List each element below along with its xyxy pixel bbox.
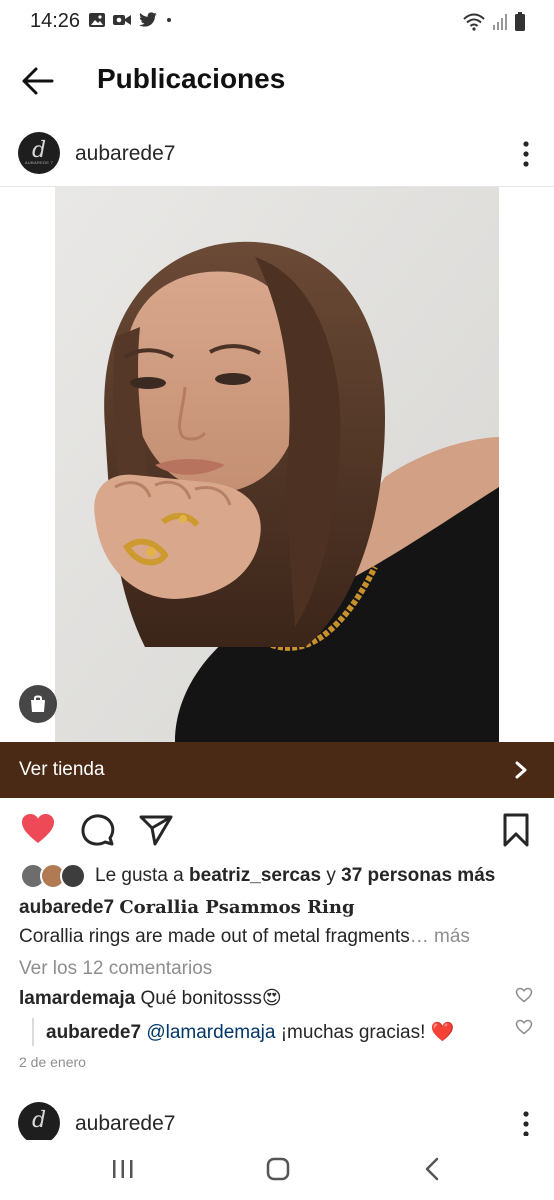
reply-like-button[interactable] — [515, 1019, 533, 1035]
avatar[interactable]: d — [18, 1102, 60, 1140]
liker-avatars — [20, 863, 86, 889]
page-title: Publicaciones — [97, 63, 286, 94]
caption-product-title: Corallia Psammos Ring — [119, 897, 355, 918]
video-call-icon — [113, 15, 131, 25]
view-comments-link[interactable]: Ver los 12 comentarios — [19, 958, 212, 980]
post-actions — [0, 808, 554, 852]
comment-icon — [81, 814, 115, 846]
heart-outline-icon — [515, 987, 533, 1003]
post-username[interactable]: aubarede7 — [75, 142, 175, 166]
more-vertical-icon — [523, 141, 529, 167]
next-post-header: d aubarede7 — [0, 1100, 554, 1140]
system-nav-bar — [0, 1140, 554, 1200]
shopping-bag-icon — [31, 695, 45, 712]
comment-username[interactable]: lamardemaja — [19, 988, 135, 1009]
likes-others[interactable]: 37 personas más — [341, 865, 495, 886]
comment-like-button[interactable] — [515, 987, 533, 1003]
signal-icon — [493, 14, 507, 30]
post-media[interactable] — [0, 187, 554, 742]
shopping-bag-button[interactable] — [19, 685, 57, 723]
more-options-button[interactable] — [522, 140, 530, 168]
post-header: d AUBAREDE 7 aubarede7 — [0, 128, 554, 186]
back-button[interactable] — [18, 64, 58, 98]
view-shop-bar[interactable]: Ver tienda — [0, 742, 554, 798]
caption-username[interactable]: aubarede7 — [19, 897, 114, 918]
battery-icon — [515, 12, 525, 31]
caption-body: Corallia rings are made out of metal fra… — [19, 926, 470, 948]
post-username[interactable]: aubarede7 — [75, 1112, 175, 1136]
bookmark-icon — [503, 813, 529, 847]
reply-username[interactable]: aubarede7 — [46, 1022, 141, 1043]
recent-apps-button[interactable] — [108, 1156, 138, 1182]
reply-item: aubarede7 @lamardemaja ¡muchas gracias! … — [46, 1020, 454, 1044]
likes-summary[interactable]: Le gusta a beatriz_sercas y 37 personas … — [20, 862, 495, 890]
comment-text: Qué bonitosss😍 — [140, 988, 282, 1009]
gallery-icon — [89, 13, 105, 27]
system-icons — [462, 12, 526, 32]
back-nav-button[interactable] — [418, 1156, 448, 1182]
send-icon — [139, 815, 173, 846]
status-bar: 14:26 — [0, 0, 554, 44]
dot-icon — [167, 18, 171, 22]
view-shop-label: Ver tienda — [19, 759, 105, 780]
back-chevron-icon — [425, 1157, 439, 1181]
like-button[interactable] — [20, 812, 56, 848]
caption-more-link[interactable]: … más — [410, 926, 470, 947]
likes-user[interactable]: beatriz_sercas — [189, 865, 321, 886]
share-button[interactable] — [138, 812, 174, 848]
more-vertical-icon — [523, 1111, 529, 1137]
home-icon — [266, 1157, 290, 1181]
avatar-logo: d — [31, 1107, 47, 1133]
likes-text: Le gusta a beatriz_sercas y 37 personas … — [95, 865, 495, 887]
liker-avatar — [60, 863, 86, 889]
comment-item: lamardemaja Qué bonitosss😍 — [19, 987, 282, 1010]
caption-text: Corallia rings are made out of metal fra… — [19, 926, 410, 947]
heart-outline-icon — [515, 1019, 533, 1035]
likes-prefix: Le gusta a — [95, 865, 190, 886]
post-date: 2 de enero — [19, 1054, 86, 1070]
notification-icons — [88, 12, 174, 28]
home-button[interactable] — [263, 1156, 293, 1182]
caption-title: aubarede7 Corallia Psammos Ring — [19, 897, 355, 919]
model-photo — [55, 187, 499, 742]
reply-mention[interactable]: @lamardemaja — [146, 1022, 275, 1043]
avatar-logo-text: AUBAREDE 7 — [24, 160, 54, 165]
twitter-icon — [139, 12, 157, 27]
arrow-left-icon — [22, 67, 54, 95]
wifi-icon — [463, 13, 485, 31]
likes-middle: y — [321, 865, 342, 886]
avatar[interactable]: d AUBAREDE 7 — [18, 132, 60, 174]
app-header: Publicaciones — [0, 52, 554, 110]
reply-text: ¡muchas gracias! ❤️ — [275, 1022, 455, 1043]
avatar-logo: d — [31, 137, 47, 163]
heart-filled-icon — [22, 814, 54, 843]
reply-indicator — [32, 1018, 34, 1046]
post-photo[interactable] — [55, 187, 499, 742]
more-options-button[interactable] — [522, 1110, 530, 1137]
save-button[interactable] — [500, 812, 536, 848]
chevron-right-icon — [515, 761, 527, 779]
recent-apps-icon — [113, 1160, 133, 1178]
comment-button[interactable] — [80, 812, 116, 848]
status-time: 14:26 — [30, 10, 81, 32]
